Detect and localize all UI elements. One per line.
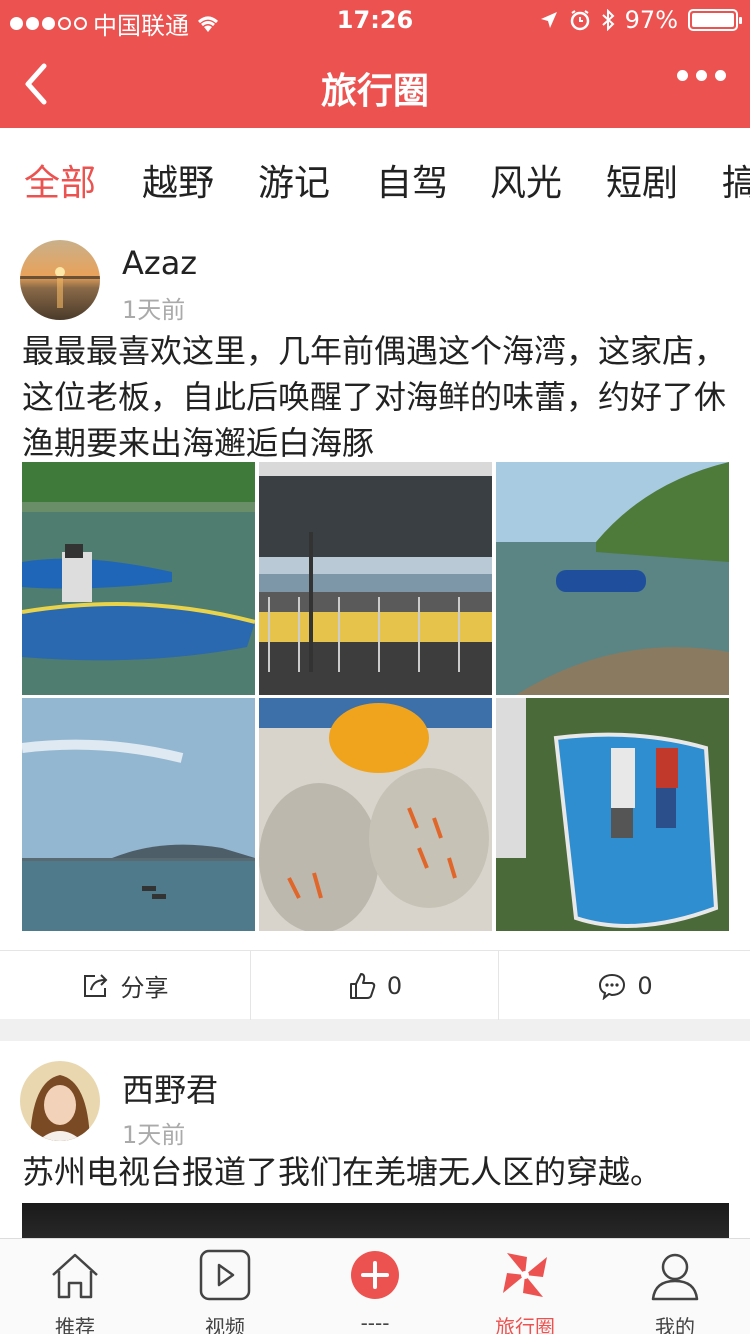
- post-time: 1天前: [122, 1121, 186, 1149]
- tab-shortplay[interactable]: 短剧: [606, 154, 678, 206]
- tabbar-item-add[interactable]: ----: [300, 1239, 450, 1334]
- tabbar-item-travel-circle[interactable]: 旅行圈: [450, 1239, 600, 1334]
- tabbar-label: 视频: [205, 1315, 245, 1334]
- tab-funny[interactable]: 搞: [722, 154, 750, 206]
- photo-nets[interactable]: [259, 698, 492, 931]
- pinwheel-icon: [503, 1253, 547, 1297]
- tabbar-item-profile[interactable]: 我的: [600, 1239, 750, 1334]
- header: 中国联通 17:26 97% 旅行圈: [0, 0, 750, 128]
- add-icon: [351, 1251, 399, 1299]
- avatar[interactable]: [20, 1061, 100, 1141]
- post-card: Azaz 1天前 最最最喜欢这里，几年前偶遇这个海湾，这家店，这位老板，自此后唤…: [0, 224, 750, 1020]
- photo-grid: [22, 462, 729, 931]
- location-icon: [540, 12, 557, 28]
- battery-icon: [688, 9, 742, 31]
- tabbar-label: 推荐: [55, 1315, 95, 1334]
- photo-boats[interactable]: [22, 462, 255, 695]
- tabbar-label: 我的: [655, 1315, 695, 1334]
- comment-button[interactable]: 0: [500, 951, 750, 1020]
- tab-offroad[interactable]: 越野: [142, 154, 214, 206]
- category-tabs: 全部 越野 游记 自驾 风光 短剧 搞: [0, 128, 750, 224]
- share-icon: [83, 973, 107, 997]
- share-button[interactable]: 分享: [0, 951, 249, 1020]
- avatar[interactable]: [20, 240, 100, 320]
- photo-shore[interactable]: [496, 462, 729, 695]
- post-card: 西野君 1天前 苏州电视台报道了我们在羌塘无人区的穿越。: [0, 1041, 750, 1243]
- bottom-tab-bar: 推荐 视频 ---- 旅行圈 我的: [0, 1238, 750, 1334]
- like-count: 0: [386, 971, 403, 1000]
- like-button[interactable]: 0: [250, 951, 499, 1020]
- share-label: 分享: [120, 974, 169, 1002]
- post-text: 苏州电视台报道了我们在羌塘无人区的穿越。: [22, 1153, 663, 1191]
- bluetooth-icon: [601, 9, 615, 31]
- navbar: 旅行圈: [0, 40, 750, 128]
- user-icon: [651, 1253, 699, 1301]
- tabbar-item-video[interactable]: 视频: [150, 1239, 300, 1334]
- status-right: 97%: [539, 6, 742, 34]
- more-icon[interactable]: [677, 70, 726, 81]
- tab-all[interactable]: 全部: [24, 154, 96, 206]
- post-time: 1天前: [122, 296, 186, 324]
- tabbar-label: ----: [360, 1311, 390, 1334]
- status-bar: 中国联通 17:26 97%: [0, 0, 750, 40]
- tab-selfdrive[interactable]: 自驾: [376, 154, 448, 206]
- video-play-icon: [199, 1249, 251, 1301]
- username[interactable]: Azaz: [122, 244, 197, 282]
- photo-fishermen[interactable]: [496, 698, 729, 931]
- tabbar-item-recommend[interactable]: 推荐: [0, 1239, 150, 1334]
- comment-count: 0: [637, 971, 653, 1000]
- tabbar-label: 旅行圈: [495, 1315, 555, 1334]
- thumbs-up-icon: [349, 972, 376, 999]
- alarm-icon: [570, 10, 589, 31]
- tab-travelogue[interactable]: 游记: [258, 154, 330, 206]
- comment-icon: [599, 973, 626, 1000]
- battery-percent: 97%: [624, 6, 678, 34]
- home-icon: [52, 1253, 98, 1299]
- video-thumbnail[interactable]: [22, 1203, 729, 1243]
- photo-terrace[interactable]: [259, 462, 492, 695]
- photo-sea[interactable]: [22, 698, 255, 931]
- post-actions: 分享 0 0: [0, 950, 750, 1020]
- page-title: 旅行圈: [320, 71, 429, 112]
- post-text: 最最最喜欢这里，几年前偶遇这个海湾，这家店，这位老板，自此后唤醒了对海鲜的味蕾，…: [22, 332, 727, 462]
- tab-scenery[interactable]: 风光: [490, 154, 562, 206]
- username[interactable]: 西野君: [122, 1065, 218, 1111]
